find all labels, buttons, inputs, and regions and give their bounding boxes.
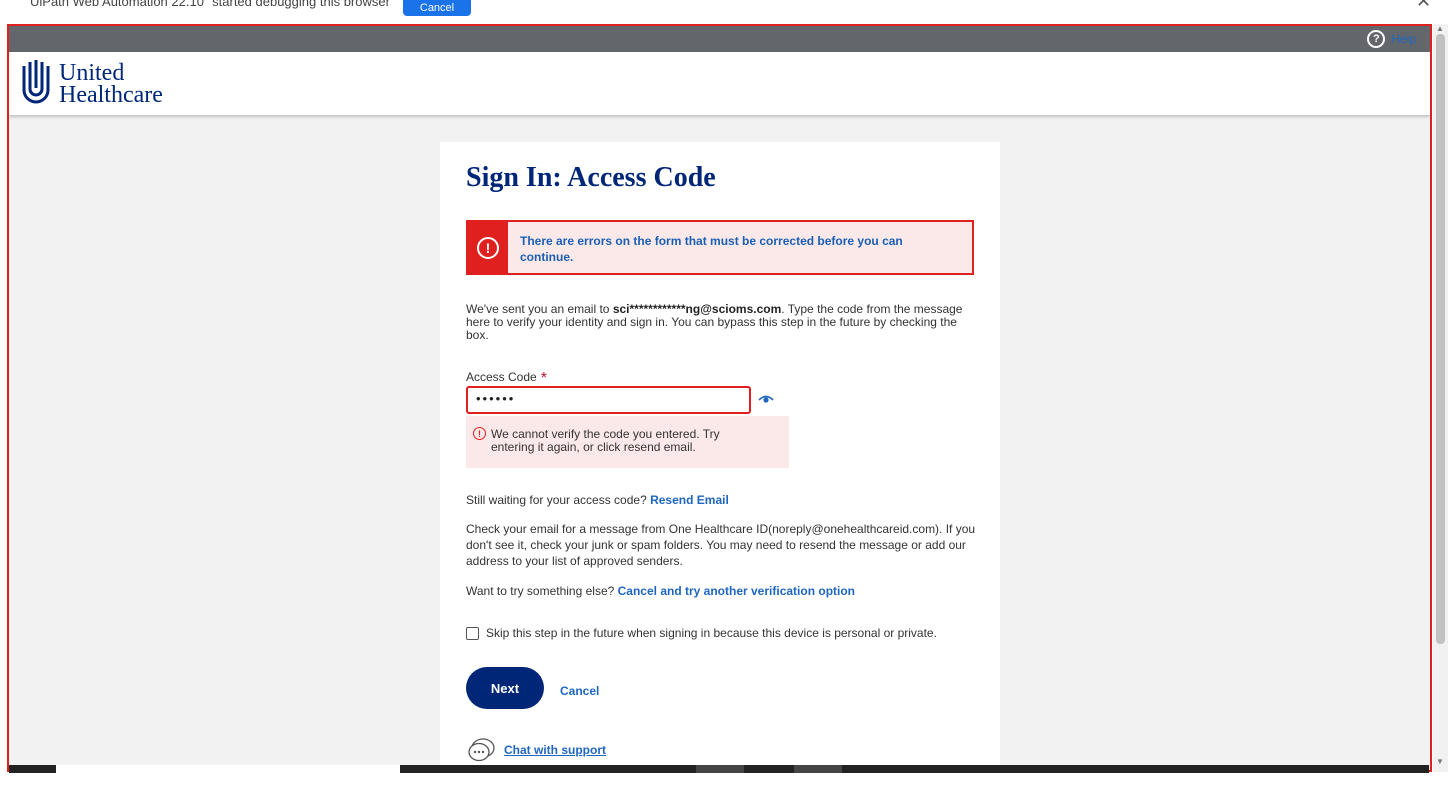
cancel-link[interactable]: Cancel <box>560 684 599 698</box>
required-asterisk: * <box>540 370 547 387</box>
close-icon[interactable]: ✕ <box>1416 0 1431 12</box>
chat-support-link[interactable]: Chat with support <box>504 743 606 757</box>
form-error-alert: ! There are errors on the form that must… <box>466 220 974 275</box>
help-link[interactable]: ? Help <box>1367 30 1416 48</box>
skip-step-label: Skip this step in the future when signin… <box>486 626 937 640</box>
taskbar-search[interactable] <box>56 765 400 773</box>
page-title: Sign In: Access Code <box>466 162 716 193</box>
field-error-box: ! We cannot verify the code you entered.… <box>466 416 789 468</box>
logo-line-healthcare: Healthcare <box>59 82 163 108</box>
site-header: United Healthcare <box>9 52 1430 115</box>
waiting-line: Still waiting for your access code? Rese… <box>466 493 729 507</box>
form-error-text: There are errors on the form that must b… <box>520 234 903 264</box>
scroll-up-arrow-icon[interactable]: ▲ <box>1436 24 1444 33</box>
try-else-line: Want to try something else? Cancel and t… <box>466 584 856 598</box>
debug-cancel-button[interactable]: Cancel <box>403 0 471 16</box>
show-password-eye-icon[interactable] <box>758 394 774 404</box>
try-another-option-link[interactable]: Cancel and try another verification opti… <box>618 584 855 598</box>
masked-email: sci************ng@scioms.com <box>612 302 782 316</box>
taskbar-app[interactable] <box>794 765 842 773</box>
unitedhealthcare-logo[interactable]: United Healthcare <box>21 60 163 108</box>
access-code-input[interactable]: •••••• <box>466 386 751 414</box>
scroll-down-arrow-icon[interactable]: ▼ <box>1436 757 1444 766</box>
intro-text: We've sent you an email to sci**********… <box>466 302 963 342</box>
taskbar-strip <box>9 765 1429 773</box>
logo-wordmark: United Healthcare <box>59 60 163 108</box>
vertical-scrollbar[interactable]: ▲ ▼ <box>1433 24 1448 772</box>
chat-bubble-icon <box>468 738 495 762</box>
help-label: Help <box>1391 32 1416 46</box>
taskbar-app[interactable] <box>696 765 744 773</box>
next-button[interactable]: Next <box>466 667 544 709</box>
error-icon: ! <box>477 236 499 259</box>
resend-email-link[interactable]: Resend Email <box>650 493 729 507</box>
field-error-text: We cannot verify the code you entered. T… <box>491 427 720 454</box>
scrollbar-thumb[interactable] <box>1436 34 1445 644</box>
skip-step-checkbox[interactable] <box>466 626 479 640</box>
help-icon: ? <box>1367 30 1386 48</box>
debug-bar: UiPath Web Automation 22.10" started deb… <box>0 0 1456 24</box>
skip-step-option[interactable]: Skip this step in the future when signin… <box>466 626 937 640</box>
chat-support[interactable]: Chat with support <box>466 736 606 764</box>
browser-viewport: ? Help United Healthcare Sign In: Access… <box>7 24 1432 772</box>
check-email-text: Check your email for a message from One … <box>466 522 976 568</box>
uhc-logo-icon <box>22 60 50 104</box>
access-code-label: Access Code * <box>466 370 547 387</box>
help-bar: ? Help <box>9 26 1430 52</box>
signin-card: Sign In: Access Code ! There are errors … <box>440 142 1000 770</box>
error-icon: ! <box>473 427 486 440</box>
debug-message: UiPath Web Automation 22.10" started deb… <box>30 0 390 9</box>
logo-line-united: United <box>59 60 125 86</box>
